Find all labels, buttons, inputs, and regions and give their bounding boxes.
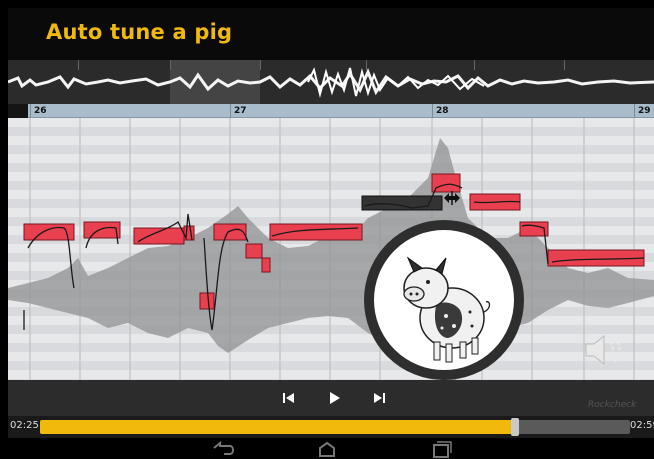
recent-apps-nav-icon — [433, 441, 452, 458]
pitch-editor-canvas — [8, 118, 654, 380]
progress-thumb[interactable] — [510, 418, 519, 436]
ruler-marker-27: 27 — [234, 106, 247, 116]
overview-tick — [474, 60, 475, 70]
watermark-text: Rockcheck — [588, 400, 637, 410]
ruler-start-block — [8, 104, 28, 118]
overview-tick — [260, 60, 261, 70]
transport-bar — [8, 380, 654, 416]
progress-bar[interactable] — [40, 420, 630, 434]
recents-nav-button[interactable] — [426, 440, 456, 458]
play-icon — [330, 392, 340, 404]
note-blob — [199, 292, 215, 310]
overview-view-window[interactable] — [170, 60, 260, 104]
back-nav-icon — [213, 440, 234, 455]
pitch-editor[interactable] — [8, 118, 654, 380]
note-blob — [213, 223, 247, 241]
progress-row: 02:25 02:59 — [8, 416, 654, 438]
ruler-tick — [30, 104, 31, 118]
note-blob — [83, 221, 121, 239]
current-time: 02:25 — [10, 420, 39, 431]
ruler-marker-28: 28 — [436, 106, 449, 116]
note-blob — [431, 173, 461, 193]
overview-waveform-graphic — [8, 67, 654, 98]
skip-next-button[interactable] — [370, 388, 390, 408]
back-nav-button[interactable] — [208, 440, 238, 458]
overview-tick — [170, 60, 171, 70]
overview-waveform[interactable] — [8, 60, 654, 104]
progress-fill — [40, 420, 515, 434]
ruler-tick — [432, 104, 433, 118]
video-frame: Auto tune a pig 26 27 28 29 Rockcheck 02… — [0, 0, 654, 459]
title-bar: Auto tune a pig — [8, 8, 654, 60]
play-button[interactable] — [324, 388, 344, 408]
speaker-volume-icon[interactable] — [580, 330, 628, 370]
overview-tick — [366, 60, 367, 70]
ruler-marker-29: 29 — [638, 106, 651, 116]
pig-illustration-circle — [364, 220, 524, 380]
ruler-tick — [230, 104, 231, 118]
note-blob — [269, 223, 363, 241]
note-blob — [245, 243, 263, 259]
note-blob — [133, 227, 185, 245]
note-blob — [261, 257, 271, 273]
overview-tick — [78, 60, 79, 70]
overview-tick — [564, 60, 565, 70]
ruler-tick — [634, 104, 635, 118]
skip-next-icon — [374, 393, 385, 403]
skip-previous-icon — [283, 393, 294, 403]
home-nav-button[interactable] — [312, 440, 342, 458]
ruler-marker-26: 26 — [34, 106, 47, 116]
pig-illustration — [403, 256, 491, 363]
timeline-ruler[interactable]: 26 27 28 29 — [8, 104, 654, 118]
video-title: Auto tune a pig — [46, 20, 233, 44]
total-time: 02:59 — [630, 420, 654, 431]
android-nav-bar — [0, 438, 654, 459]
home-nav-icon — [319, 441, 335, 457]
skip-previous-button[interactable] — [278, 388, 298, 408]
